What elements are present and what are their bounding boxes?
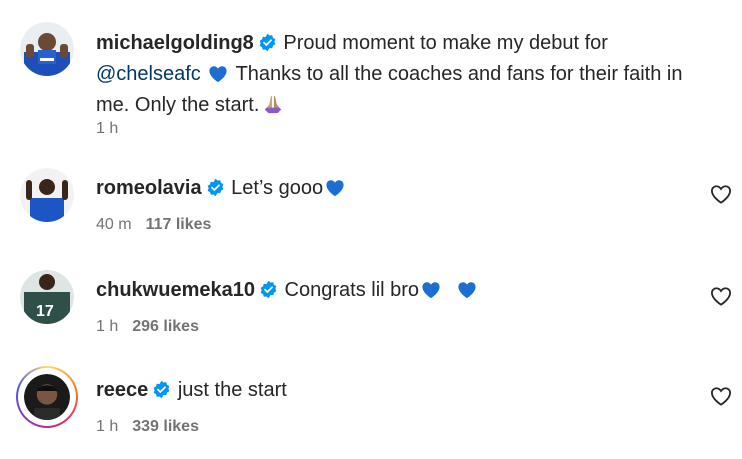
post-timestamp: 1 h xyxy=(96,120,119,137)
caption-part-1: Proud moment to make my debut for xyxy=(283,32,608,54)
comment-item: 17 chukwuemeka10 Congrats lil bro 1 h 296… xyxy=(20,270,732,340)
verified-badge-icon xyxy=(260,280,277,299)
comment-body: Congrats lil bro xyxy=(284,279,420,301)
verified-badge-icon xyxy=(259,33,276,52)
comment-text: chukwuemeka10 Congrats lil bro xyxy=(96,276,479,304)
avatar-image xyxy=(20,22,74,76)
comment-item: reece just the start 1 h 339 likes xyxy=(16,366,732,440)
caption-text: michaelgolding8 Proud moment to make my … xyxy=(96,28,716,121)
heart-outline-icon xyxy=(710,287,732,306)
blue-heart-emoji xyxy=(326,180,344,197)
comment-likes[interactable]: 296 likes xyxy=(132,318,199,335)
comment-meta: 1 h 296 likes xyxy=(96,318,199,336)
avatar-romeolavia[interactable] xyxy=(20,168,74,222)
avatar-image xyxy=(24,374,70,420)
comment-time: 1 h xyxy=(96,318,119,335)
like-button[interactable] xyxy=(710,386,732,406)
verified-badge-icon xyxy=(153,380,170,399)
post-username[interactable]: michaelgolding8 xyxy=(96,32,254,54)
heart-outline-icon xyxy=(710,387,732,406)
blue-heart-emoji xyxy=(422,282,440,299)
comment-meta: 40 m 117 likes xyxy=(96,216,211,234)
comment-meta: 1 h 339 likes xyxy=(96,418,199,436)
comment-body: Let’s gooo xyxy=(231,177,324,199)
comment-username[interactable]: chukwuemeka10 xyxy=(96,279,255,301)
comment-body: just the start xyxy=(177,379,287,401)
blue-heart-emoji xyxy=(209,66,227,83)
comment-time: 1 h xyxy=(96,418,119,435)
like-button[interactable] xyxy=(710,184,732,204)
avatar-image: 17 xyxy=(20,270,74,324)
comment-username[interactable]: romeolavia xyxy=(96,177,202,199)
comment-item: romeolavia Let’s gooo 40 m 117 likes xyxy=(20,168,732,238)
comment-likes[interactable]: 117 likes xyxy=(146,216,212,233)
comment-text: romeolavia Let’s gooo xyxy=(96,174,347,202)
avatar-chukwuemeka10[interactable]: 17 xyxy=(20,270,74,324)
heart-outline-icon xyxy=(710,185,732,204)
avatar-image xyxy=(20,168,74,222)
comment-text: reece just the start xyxy=(96,376,287,404)
comment-time: 40 m xyxy=(96,216,132,233)
like-button[interactable] xyxy=(710,286,732,306)
avatar-reece[interactable] xyxy=(24,374,70,420)
avatar-michaelgolding8[interactable] xyxy=(20,22,74,76)
verified-badge-icon xyxy=(207,178,223,197)
folded-hands-emoji xyxy=(265,95,282,114)
comment-username[interactable]: reece xyxy=(96,379,148,401)
blue-heart-emoji xyxy=(458,282,476,299)
svg-text:17: 17 xyxy=(36,303,54,320)
comment-likes[interactable]: 339 likes xyxy=(132,418,199,435)
mention-link[interactable]: @chelseafc xyxy=(96,63,201,85)
